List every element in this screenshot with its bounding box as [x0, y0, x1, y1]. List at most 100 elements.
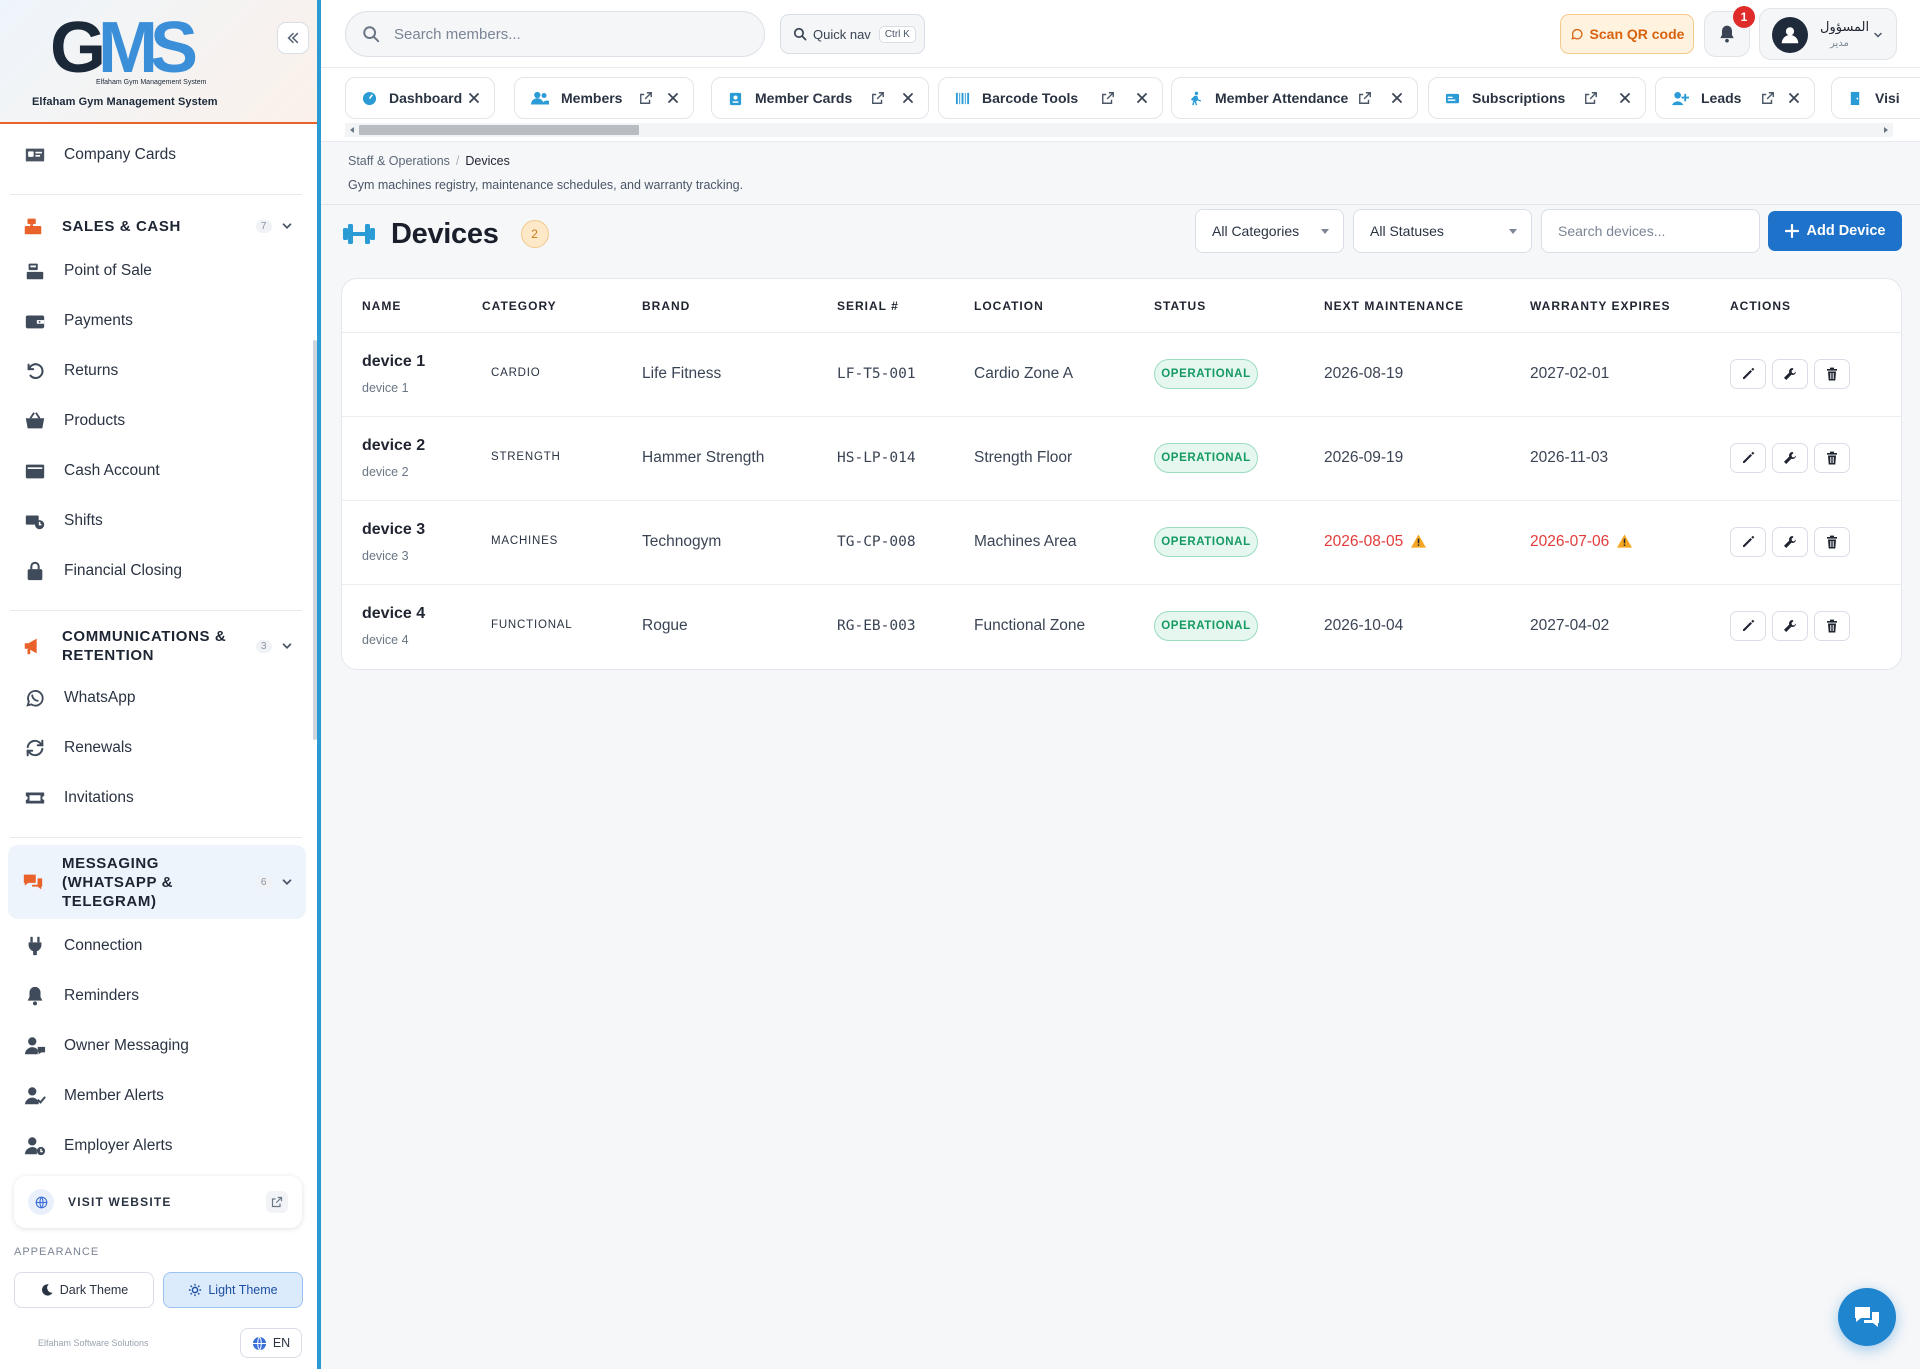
external-link-icon[interactable] — [1358, 91, 1372, 105]
sidebar-item-employer-alerts[interactable]: Employer Alerts — [24, 1124, 294, 1164]
column-header-status[interactable]: STATUS — [1154, 299, 1206, 313]
search-members-input[interactable] — [394, 25, 714, 43]
table-row[interactable]: device 2 device 2 STRENGTH Hammer Strength H… — [342, 417, 1901, 501]
date-text: 2026-07-06 — [1530, 533, 1610, 550]
warning-icon — [1617, 534, 1633, 548]
delete-button[interactable] — [1814, 359, 1850, 389]
quick-nav-button[interactable]: Quick nav Ctrl K — [780, 14, 925, 54]
edit-button[interactable] — [1730, 359, 1766, 389]
tab-member-attendance[interactable]: Member Attendance — [1171, 77, 1418, 119]
maintenance-button[interactable] — [1772, 359, 1808, 389]
device-name[interactable]: device 1 — [362, 353, 425, 371]
close-icon[interactable] — [1788, 92, 1800, 104]
tab-dashboard[interactable]: Dashboard — [345, 77, 495, 119]
sidebar-item-cash-account[interactable]: Cash Account — [24, 449, 294, 493]
column-header-location[interactable]: LOCATION — [974, 299, 1044, 313]
table-row[interactable]: device 4 device 4 FUNCTIONAL Rogue RG-EB-003… — [342, 585, 1901, 669]
close-icon[interactable] — [667, 92, 679, 104]
member-search[interactable] — [345, 11, 765, 57]
section-title-line: (WHATSAPP & — [62, 873, 174, 891]
tab-visits[interactable]: Visi — [1831, 77, 1920, 119]
tabs-scrollbar[interactable] — [345, 123, 1893, 137]
external-link-icon[interactable] — [871, 91, 885, 105]
device-name[interactable]: device 4 — [362, 605, 425, 623]
sidebar-scrollbar[interactable] — [313, 340, 317, 740]
sidebar-item-reminders[interactable]: Reminders — [24, 974, 294, 1018]
column-header-category[interactable]: CATEGORY — [482, 299, 557, 313]
sidebar-item-owner-messaging[interactable]: Owner Messaging — [24, 1024, 294, 1068]
sidebar-item-label: Products — [64, 412, 126, 429]
external-link-icon[interactable] — [1101, 91, 1115, 105]
table-row[interactable]: device 1 device 1 CARDIO Life Fitness LF-T5-… — [342, 333, 1901, 417]
section-communications-retention[interactable]: COMMUNICATIONS & RETENTION 3 — [8, 622, 306, 670]
status-filter-select[interactable]: All Statuses — [1353, 209, 1532, 253]
breadcrumb-parent[interactable]: Staff & Operations — [348, 154, 450, 168]
edit-button[interactable] — [1730, 443, 1766, 473]
sidebar-item-payments[interactable]: Payments — [24, 299, 294, 343]
sidebar-item-financial-closing[interactable]: Financial Closing — [24, 549, 294, 593]
external-link-icon[interactable] — [1584, 91, 1598, 105]
walking-icon — [1188, 91, 1203, 106]
bell-icon — [24, 985, 46, 1007]
sidebar-item-connection[interactable]: Connection — [24, 924, 294, 968]
tab-subscriptions[interactable]: Subscriptions — [1428, 77, 1646, 119]
close-icon[interactable] — [1391, 92, 1403, 104]
column-header-warranty-expires[interactable]: WARRANTY EXPIRES — [1530, 299, 1670, 313]
sidebar-item-member-alerts[interactable]: Member Alerts — [24, 1074, 294, 1118]
tab-member-cards[interactable]: Member Cards — [711, 77, 929, 119]
sidebar-item-whatsapp[interactable]: WhatsApp — [24, 676, 294, 720]
sidebar-item-company-cards[interactable]: Company Cards — [24, 133, 294, 177]
tab-leads[interactable]: Leads — [1655, 77, 1815, 119]
language-switcher[interactable]: EN — [240, 1328, 302, 1358]
maintenance-button[interactable] — [1772, 611, 1808, 641]
column-header-actions: ACTIONS — [1730, 299, 1791, 313]
device-name[interactable]: device 2 — [362, 437, 425, 455]
column-header-name[interactable]: NAME — [362, 299, 401, 313]
external-link-icon[interactable] — [1761, 91, 1775, 105]
delete-button[interactable] — [1814, 527, 1850, 557]
tab-members[interactable]: Members — [514, 77, 694, 119]
edit-button[interactable] — [1730, 527, 1766, 557]
chat-support-button[interactable] — [1838, 1288, 1896, 1346]
gms-logo[interactable]: G MS Elfaham Gym Management System — [50, 14, 210, 88]
close-icon[interactable] — [1136, 92, 1148, 104]
page-subtitle: Gym machines registry, maintenance sched… — [348, 178, 744, 192]
close-icon[interactable] — [468, 92, 480, 104]
scrollbar-thumb[interactable] — [359, 125, 639, 135]
notification-count-badge: 1 — [1733, 6, 1755, 28]
user-menu[interactable]: المسؤول مدير — [1759, 8, 1897, 60]
sidebar-item-renewals[interactable]: Renewals — [24, 726, 294, 770]
scan-qr-button[interactable]: Scan QR code — [1560, 14, 1694, 54]
maintenance-button[interactable] — [1772, 527, 1808, 557]
add-device-button[interactable]: Add Device — [1768, 211, 1902, 251]
search-devices-input[interactable] — [1541, 209, 1760, 253]
tab-barcode-tools[interactable]: Barcode Tools — [938, 77, 1163, 119]
visit-website-button[interactable]: VISIT WEBSITE — [14, 1176, 302, 1228]
sidebar-item-invitations[interactable]: Invitations — [24, 776, 294, 820]
edit-button[interactable] — [1730, 611, 1766, 641]
section-messaging[interactable]: MESSAGING (WHATSAPP & TELEGRAM) 6 — [8, 845, 306, 919]
column-header-brand[interactable]: BRAND — [642, 299, 690, 313]
section-sales-cash[interactable]: SALES & CASH 7 — [8, 204, 306, 248]
scroll-left-arrow-icon[interactable] — [347, 125, 357, 135]
sidebar-item-products[interactable]: Products — [24, 399, 294, 443]
collapse-sidebar-button[interactable] — [277, 22, 309, 54]
table-row[interactable]: device 3 device 3 MACHINES Technogym TG-CP-0… — [342, 501, 1901, 585]
dark-theme-button[interactable]: Dark Theme — [14, 1272, 154, 1308]
sidebar-item-returns[interactable]: Returns — [24, 349, 294, 393]
device-name[interactable]: device 3 — [362, 521, 425, 539]
close-icon[interactable] — [1619, 92, 1631, 104]
delete-button[interactable] — [1814, 611, 1850, 641]
delete-button[interactable] — [1814, 443, 1850, 473]
maintenance-button[interactable] — [1772, 443, 1808, 473]
close-icon[interactable] — [902, 92, 914, 104]
column-header-serial[interactable]: SERIAL # — [837, 299, 899, 313]
sidebar-item-shifts[interactable]: Shifts — [24, 499, 294, 543]
category-filter-select[interactable]: All Categories — [1195, 209, 1344, 253]
scroll-right-arrow-icon[interactable] — [1881, 125, 1891, 135]
sidebar-item-point-of-sale[interactable]: Point of Sale — [24, 249, 294, 293]
column-header-next-maintenance[interactable]: NEXT MAINTENANCE — [1324, 299, 1464, 313]
comments-icon — [22, 871, 44, 893]
light-theme-button[interactable]: Light Theme — [163, 1272, 303, 1308]
external-link-icon[interactable] — [639, 91, 653, 105]
